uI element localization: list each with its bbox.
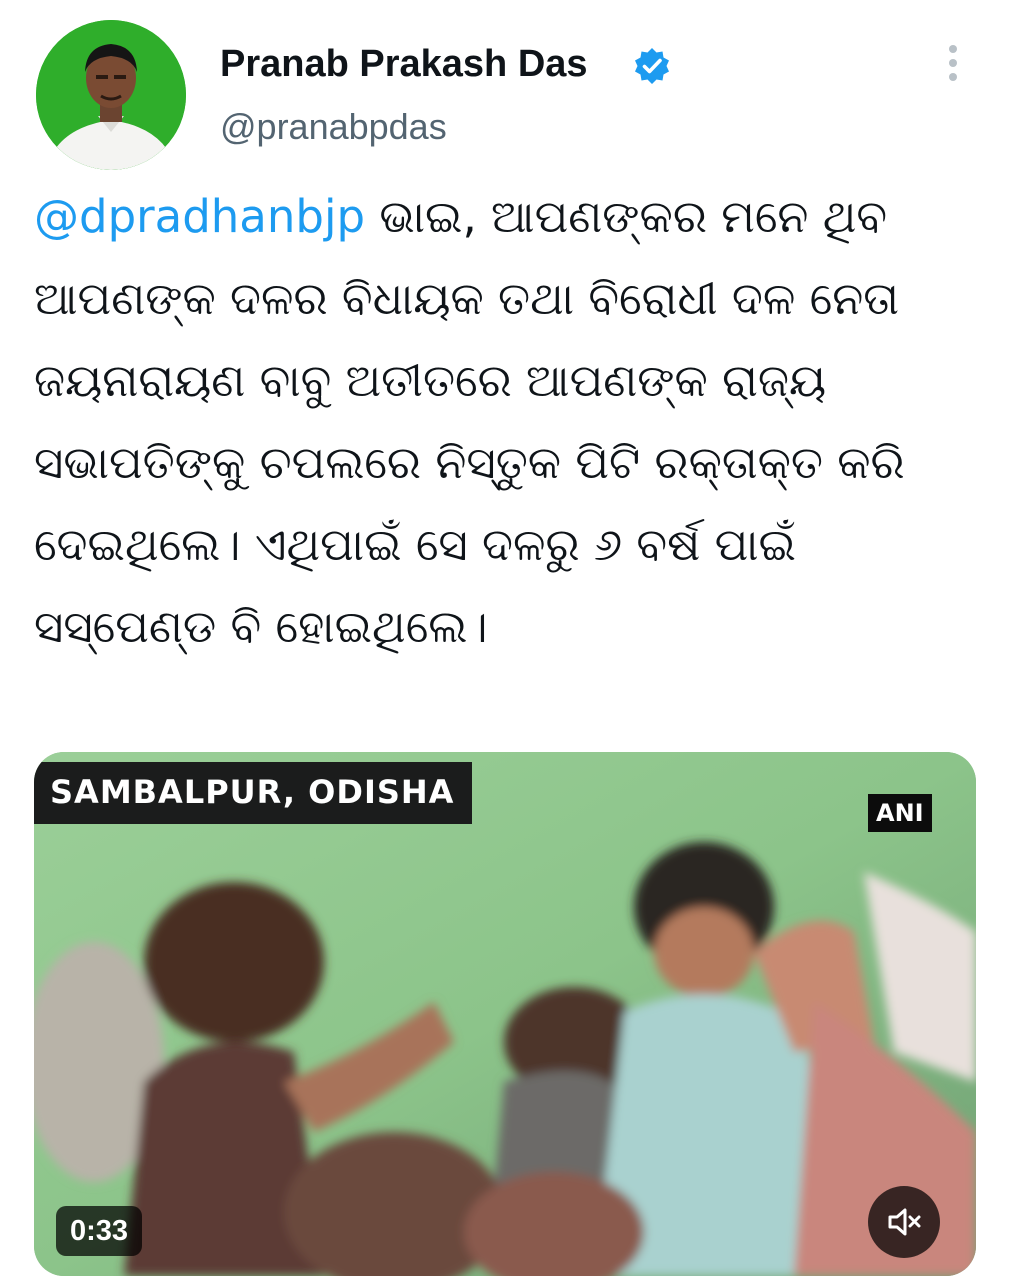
profile-photo-icon [36, 20, 186, 170]
source-logo: ANI [868, 794, 932, 832]
video-frame [34, 752, 976, 1276]
author-display-name[interactable]: Pranab Prakash Das [220, 40, 588, 88]
mute-button[interactable] [868, 1186, 940, 1258]
location-banner: SAMBALPUR, ODISHA [34, 762, 473, 824]
more-dot [949, 45, 957, 53]
more-dot [949, 59, 957, 67]
verified-badge-icon [635, 48, 669, 84]
author-avatar[interactable] [36, 20, 186, 170]
tweet-body: ଭାଇ, ଆପଣଙ୍କର ମନେ ଥିବ ଆପଣଙ୍କ ଦଳର ବିଧାୟକ ତ… [34, 190, 905, 653]
mention-link[interactable]: @dpradhanbjp [34, 190, 365, 243]
video-player[interactable]: SAMBALPUR, ODISHA ANI 0:33 [34, 752, 976, 1276]
author-handle[interactable]: @pranabpdas [220, 104, 447, 150]
video-duration: 0:33 [56, 1206, 143, 1256]
more-options-icon[interactable] [930, 40, 976, 86]
more-dot [949, 73, 957, 81]
volume-muted-icon [888, 1208, 921, 1236]
tweet-text: @dpradhanbjp ଭାଇ, ଆପଣଙ୍କର ମନେ ଥିବ ଆପଣଙ୍କ… [34, 176, 984, 668]
